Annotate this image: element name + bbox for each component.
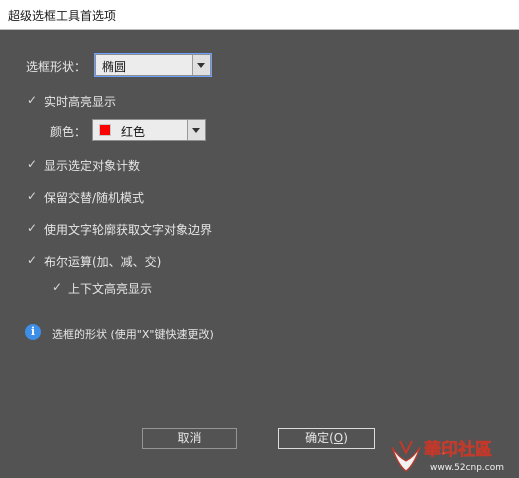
ok-button[interactable]: 确定(O) [278,428,375,449]
chevron-down-icon [187,120,205,140]
option-checkbox-text-outline[interactable] [27,221,38,235]
watermark: 華印社區 www.52cnp.com [384,435,519,475]
realtime-highlight-label: 实时高亮显示 [44,95,117,109]
option-checkbox-context-highlight[interactable] [52,280,63,294]
chevron-down-icon [192,55,210,75]
color-dropdown[interactable]: 红色 [92,119,206,141]
option-label-text-outline: 使用文字轮廓获取文字对象边界 [44,223,213,237]
cancel-label: 取消 [177,431,202,445]
svg-text:華印社區: 華印社區 [424,439,492,460]
cancel-button[interactable]: 取消 [142,428,237,449]
info-icon: i [25,324,41,340]
color-value: 红色 [121,125,146,139]
dialog-content: 选框形状： 椭圆 实时高亮显示 颜色： 红色 显示选定对象计数 保留交替/随机模… [0,30,519,475]
option-label-boolean-ops: 布尔运算(加、减、交) [44,255,162,269]
ok-label-suffix: ) [343,431,348,445]
shape-value: 椭圆 [102,60,127,74]
option-label-context-highlight: 上下文高亮显示 [68,282,153,296]
shape-dropdown[interactable]: 椭圆 [94,53,212,77]
option-label-alternate-mode: 保留交替/随机模式 [44,191,145,205]
option-label-object-count: 显示选定对象计数 [44,159,141,173]
option-checkbox-alternate-mode[interactable] [27,189,38,203]
ok-label-prefix: 确定( [305,431,334,445]
title-bar: 超级选框工具首选项 [0,0,519,30]
dialog-title: 超级选框工具首选项 [8,9,117,23]
option-checkbox-boolean-ops[interactable] [27,253,38,267]
color-swatch [99,124,111,136]
option-checkbox-object-count[interactable] [27,157,38,171]
shape-label: 选框形状： [26,60,87,74]
ok-label-key: O [333,431,344,445]
color-label: 颜色： [50,125,87,139]
realtime-highlight-checkbox[interactable] [27,93,38,107]
info-text: 选框的形状 (使用"X"键快速更改) [52,328,214,341]
svg-text:www.52cnp.com: www.52cnp.com [430,463,504,473]
watermark-logo: 華印社區 www.52cnp.com [391,439,504,473]
